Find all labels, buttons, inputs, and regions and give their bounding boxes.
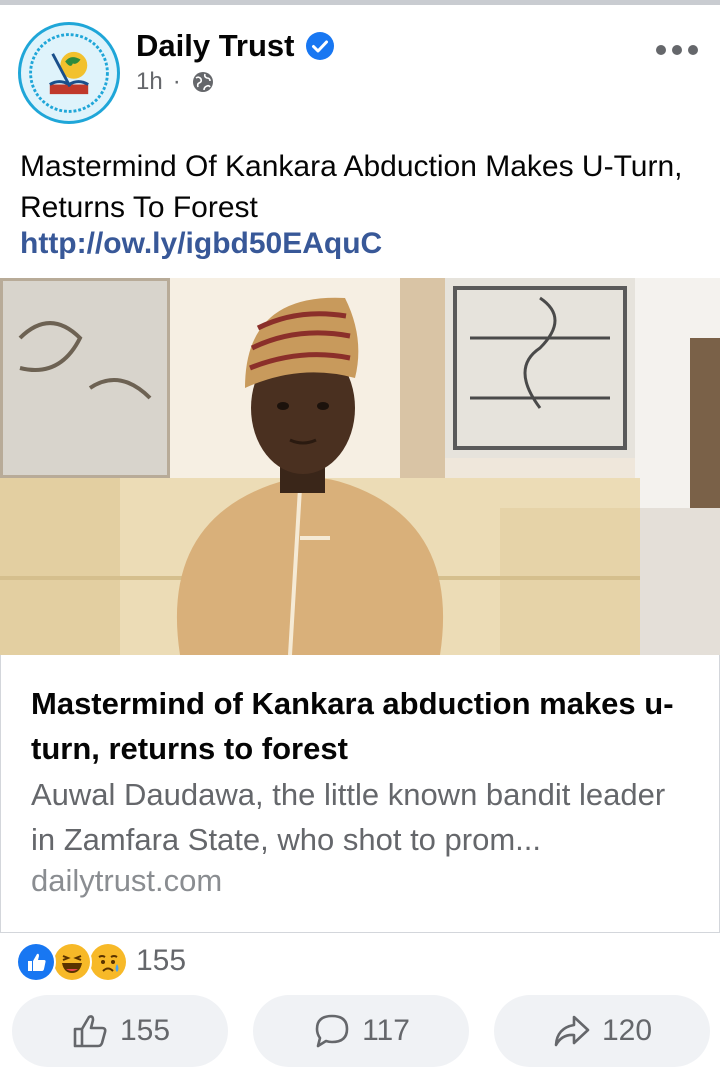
page-avatar[interactable]	[18, 22, 120, 124]
more-options-button[interactable]	[656, 40, 698, 60]
globe-icon	[191, 70, 215, 94]
like-button[interactable]: 155	[12, 995, 228, 1067]
comment-count: 117	[362, 1014, 410, 1047]
thumbs-up-icon	[70, 1011, 110, 1051]
like-icon	[16, 942, 56, 982]
post-meta: 1h ·	[136, 68, 215, 96]
link-preview-image[interactable]	[0, 278, 720, 655]
share-count: 120	[601, 1014, 653, 1047]
meta-separator: ·	[172, 68, 181, 95]
more-dot-icon	[656, 45, 666, 55]
daily-trust-logo-icon	[24, 28, 114, 118]
reaction-count[interactable]: 155	[136, 944, 186, 978]
link-preview-description: Auwal Daudawa, the little known bandit l…	[31, 777, 666, 857]
comment-icon	[312, 1011, 352, 1051]
link-preview-card[interactable]: Mastermind of Kankara abduction makes u-…	[0, 655, 720, 933]
sad-icon	[88, 942, 128, 982]
more-dot-icon	[688, 45, 698, 55]
reactions-summary[interactable]: 155	[16, 942, 186, 982]
post-actions: 155 117 120	[12, 995, 710, 1067]
like-count: 155	[119, 1014, 171, 1047]
page-name-row[interactable]: Daily Trust	[136, 28, 335, 64]
link-preview-title[interactable]: Mastermind of Kankara abduction makes u-…	[31, 681, 691, 771]
top-divider	[0, 0, 720, 5]
comment-button[interactable]: 117	[253, 995, 469, 1067]
page-name[interactable]: Daily Trust	[136, 28, 295, 64]
share-button[interactable]: 120	[494, 995, 710, 1067]
link-preview-domain: dailytrust.com	[31, 863, 223, 898]
verified-badge-icon	[305, 31, 335, 61]
more-dot-icon	[672, 45, 682, 55]
post-time[interactable]: 1h	[136, 68, 163, 96]
post-link[interactable]: http://ow.ly/igbd50EAquC	[20, 227, 382, 261]
reaction-icons	[16, 942, 134, 982]
haha-icon	[52, 942, 92, 982]
post-text: Mastermind Of Kankara Abduction Makes U-…	[20, 150, 683, 224]
share-arrow-icon	[552, 1011, 592, 1051]
